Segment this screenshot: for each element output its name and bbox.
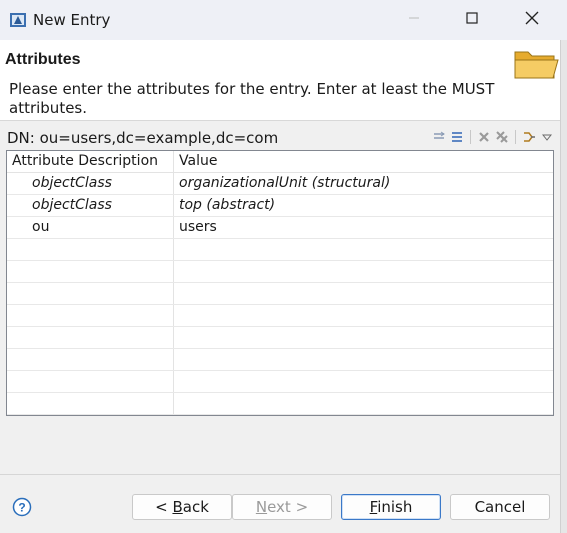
ldap-entry-icon — [9, 11, 27, 29]
empty-table-row — [7, 327, 553, 349]
folder-icon — [512, 44, 560, 84]
help-icon[interactable]: ? — [12, 497, 32, 517]
table-row[interactable]: objectClass top (abstract) — [7, 195, 553, 217]
attribute-value-cell[interactable]: users — [179, 219, 217, 235]
svg-text:?: ? — [18, 501, 25, 515]
table-header: Attribute Description Value — [7, 151, 553, 173]
empty-table-row — [7, 283, 553, 305]
next-button[interactable]: Next > — [232, 494, 332, 520]
filter-icon[interactable] — [521, 129, 537, 145]
collapse-all-icon[interactable] — [449, 129, 465, 145]
minimize-button[interactable] — [385, 0, 443, 40]
next-button-mnemonic: N — [255, 498, 268, 516]
cancel-button[interactable]: Cancel — [450, 494, 550, 520]
delete-all-icon[interactable] — [494, 129, 510, 145]
back-button-prefix: < — [155, 498, 173, 516]
close-icon — [525, 11, 539, 29]
title-bar: New Entry — [0, 0, 567, 40]
toolbar-separator — [515, 130, 516, 144]
table-body: objectClass organizationalUnit (structura… — [7, 173, 553, 415]
toolbar-separator — [470, 130, 471, 144]
window-edge — [560, 40, 567, 533]
empty-table-row — [7, 371, 553, 393]
column-header-description[interactable]: Attribute Description — [12, 153, 158, 169]
next-button-label: ext — [267, 498, 291, 516]
finish-button[interactable]: Finish — [341, 494, 441, 520]
empty-table-row — [7, 305, 553, 327]
page-title: Attributes — [5, 51, 81, 68]
attribute-description-cell[interactable]: objectClass — [32, 175, 112, 191]
close-button[interactable] — [503, 0, 561, 40]
minimize-icon — [408, 12, 420, 28]
attributes-table[interactable]: Attribute Description Value objectClass o… — [6, 150, 554, 416]
empty-table-row — [7, 239, 553, 261]
dn-label: DN: ou=users,dc=example,dc=com — [7, 129, 279, 147]
back-button[interactable]: < Back — [132, 494, 232, 520]
finish-button-label: inish — [377, 498, 413, 516]
footer-separator — [0, 474, 560, 475]
next-button-suffix: > — [290, 498, 309, 516]
table-row[interactable]: ou users — [7, 217, 553, 239]
attribute-description-cell[interactable]: objectClass — [32, 197, 112, 213]
attribute-description-cell[interactable]: ou — [32, 219, 49, 235]
column-header-value[interactable]: Value — [179, 153, 217, 169]
maximize-icon — [466, 12, 478, 28]
window-title: New Entry — [33, 11, 111, 29]
table-row[interactable]: objectClass organizationalUnit (structura… — [7, 173, 553, 195]
empty-table-row — [7, 393, 553, 415]
delete-icon[interactable] — [476, 129, 492, 145]
empty-table-row — [7, 261, 553, 283]
expand-all-icon[interactable] — [431, 129, 447, 145]
attributes-toolbar — [431, 128, 557, 146]
page-description: Please enter the attributes for the entr… — [9, 80, 495, 117]
back-button-mnemonic: B — [172, 498, 183, 516]
wizard-header: Attributes Please enter the attributes f… — [0, 40, 567, 121]
attribute-value-cell[interactable]: top (abstract) — [179, 197, 275, 213]
maximize-button[interactable] — [443, 0, 501, 40]
attribute-value-cell[interactable]: organizationalUnit (structural) — [179, 175, 390, 191]
view-menu-icon[interactable] — [539, 129, 555, 145]
empty-table-row — [7, 349, 553, 371]
back-button-label: ack — [182, 498, 209, 516]
